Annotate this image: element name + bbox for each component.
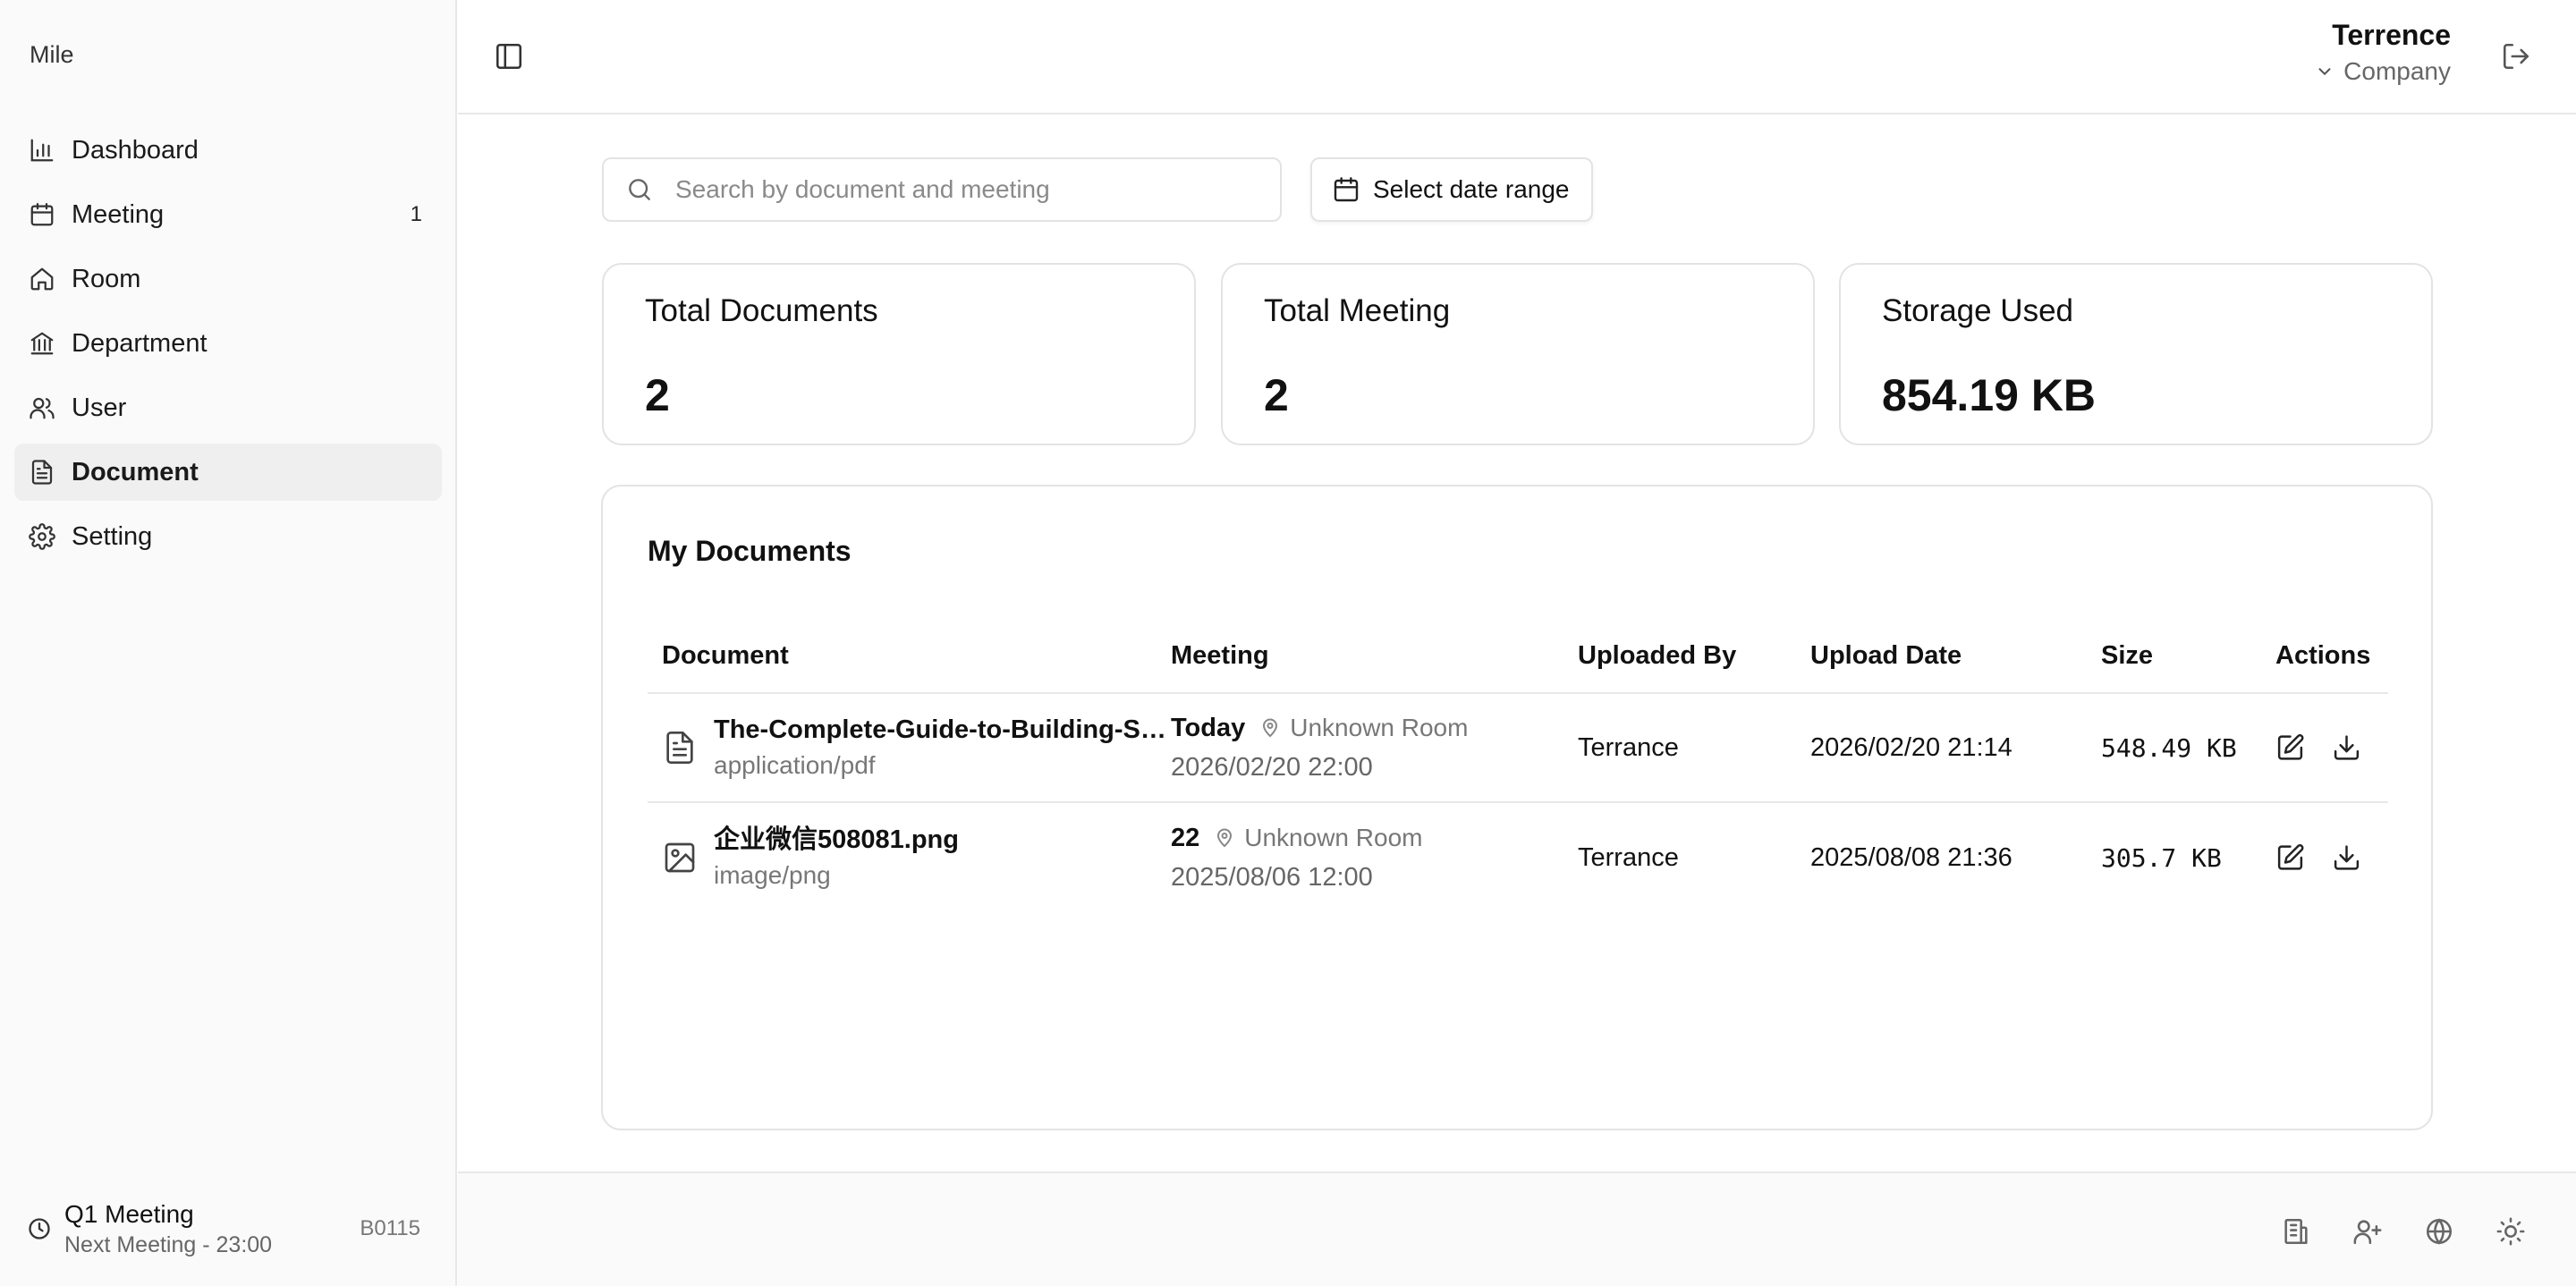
sidebar-toggle-icon[interactable] <box>494 41 524 72</box>
column-header-meeting[interactable]: Meeting <box>1171 641 1578 671</box>
edit-icon[interactable] <box>2275 732 2305 763</box>
company-switcher[interactable]: Company <box>2315 54 2451 89</box>
next-meeting-title: Q1 Meeting <box>64 1200 194 1228</box>
column-header-upload-date[interactable]: Upload Date <box>1810 641 2101 671</box>
map-pin-icon <box>1263 718 1278 738</box>
total-documents-card: Total Documents 2 <box>602 263 1196 445</box>
brand-name: Mile <box>30 41 74 68</box>
my-documents-card: My Documents Document Meeting Uploaded B… <box>601 485 2433 1130</box>
stat-value: 2 <box>1264 370 1289 420</box>
storage-used-card: Storage Used 854.19 KB <box>1839 263 2433 445</box>
uploaded-by: Terrance <box>1578 732 1679 762</box>
download-icon[interactable] <box>2332 842 2361 873</box>
footer-icons <box>2240 1216 2526 1247</box>
sidebar-item-room[interactable]: Room <box>14 250 442 308</box>
meeting-day: Today <box>1171 714 1246 742</box>
document-name[interactable]: 企业微信508081.png <box>714 822 959 858</box>
footer-bar <box>458 1172 2576 1286</box>
documents-table: Document Meeting Uploaded By Upload Date… <box>648 619 2388 912</box>
stat-label: Total Meeting <box>1264 293 1451 328</box>
chevron-down-icon <box>2318 68 2331 76</box>
sidebar-item-document[interactable]: Document <box>14 444 442 501</box>
meeting-count-badge: 1 <box>410 202 422 226</box>
sun-icon[interactable] <box>2496 1216 2526 1247</box>
sidebar-item-setting[interactable]: Setting <box>14 508 442 565</box>
column-header-document[interactable]: Document <box>648 641 1171 671</box>
search-input[interactable] <box>675 175 1280 204</box>
meeting-room: Unknown Room <box>1244 824 1423 851</box>
document-name[interactable]: The-Complete-Guide-to-Building-Sk... <box>714 712 1170 748</box>
users-icon <box>30 397 55 419</box>
document-type: image/png <box>714 861 831 889</box>
sidebar-item-label: Document <box>72 457 199 486</box>
globe-icon[interactable] <box>2424 1216 2454 1247</box>
meeting-time: 2026/02/20 22:00 <box>1171 753 1373 782</box>
row-actions <box>2275 842 2388 873</box>
section-title: My Documents <box>648 535 852 567</box>
table-header: Document Meeting Uploaded By Upload Date… <box>648 619 2388 694</box>
total-meeting-card: Total Meeting 2 <box>1221 263 1815 445</box>
download-icon[interactable] <box>2332 732 2361 763</box>
file-size: 548.49 KB <box>2101 732 2237 763</box>
meeting-day: 22 <box>1171 824 1200 852</box>
sidebar-item-meeting[interactable]: Meeting 1 <box>14 186 442 243</box>
meeting-time: 2025/08/06 12:00 <box>1171 863 1373 892</box>
stat-value: 854.19 KB <box>1882 370 2097 420</box>
stat-value: 2 <box>645 370 670 420</box>
upload-date: 2026/02/20 21:14 <box>1810 732 2012 762</box>
table-row[interactable]: The-Complete-Guide-to-Building-Sk... app… <box>648 694 2388 803</box>
next-meeting-room-code: B0115 <box>360 1216 420 1240</box>
logout-icon[interactable] <box>2501 41 2531 72</box>
edit-icon[interactable] <box>2275 842 2305 873</box>
clock-icon <box>29 1218 50 1239</box>
file-text-icon <box>31 460 53 485</box>
document-type: application/pdf <box>714 751 876 779</box>
sidebar-item-label: Department <box>72 328 208 358</box>
gear-icon <box>29 523 55 550</box>
next-meeting-time: Next Meeting - 23:00 <box>64 1232 273 1257</box>
user-plus-icon[interactable] <box>2352 1216 2383 1247</box>
sidebar-item-label: Room <box>72 264 141 293</box>
column-header-uploaded-by[interactable]: Uploaded By <box>1578 641 1810 671</box>
stat-label: Storage Used <box>1882 293 2074 328</box>
map-pin-icon <box>1217 828 1233 848</box>
search-field[interactable] <box>602 157 1282 222</box>
company-name: Company <box>2343 57 2451 85</box>
image-icon <box>665 842 695 873</box>
calendar-icon <box>1334 177 1359 202</box>
sidebar-item-label: Setting <box>72 521 153 551</box>
meeting-room: Unknown Room <box>1290 714 1469 741</box>
search-icon <box>629 179 650 200</box>
column-header-size[interactable]: Size <box>2101 641 2275 671</box>
sidebar-item-user[interactable]: User <box>14 379 442 436</box>
stat-label: Total Documents <box>645 293 878 328</box>
sidebar-item-label: Meeting <box>72 199 165 229</box>
upload-date: 2025/08/08 21:36 <box>1810 842 2012 872</box>
row-actions <box>2275 732 2388 763</box>
sidebar: Mile Dashboard Meeting 1 Room Department… <box>0 0 457 1286</box>
file-text-icon <box>666 732 693 764</box>
next-meeting-widget[interactable]: Q1 Meeting Next Meeting - 23:00 B0115 <box>27 1195 420 1263</box>
sidebar-item-label: User <box>72 393 127 422</box>
sidebar-nav: Dashboard Meeting 1 Room Department User… <box>14 122 442 572</box>
building-icon[interactable] <box>2281 1216 2311 1247</box>
uploaded-by: Terrance <box>1578 842 1679 872</box>
column-header-actions: Actions <box>2275 640 2371 670</box>
home-icon <box>30 267 54 291</box>
user-name: Terrence <box>2332 19 2451 51</box>
sidebar-item-department[interactable]: Department <box>14 315 442 372</box>
table-row[interactable]: 企业微信508081.png image/png 22 Unknown Room… <box>648 803 2388 912</box>
date-range-button[interactable]: Select date range <box>1310 157 1593 222</box>
building-icon <box>30 332 54 355</box>
calendar-icon <box>30 203 54 226</box>
sidebar-item-dashboard[interactable]: Dashboard <box>14 122 442 179</box>
file-size: 305.7 KB <box>2101 842 2222 873</box>
top-header: Terrence Company <box>458 0 2576 114</box>
sidebar-item-label: Dashboard <box>72 135 199 165</box>
bar-chart-icon <box>30 139 54 162</box>
date-range-label: Select date range <box>1373 175 1570 203</box>
user-menu[interactable]: Terrence Company <box>2315 16 2451 89</box>
